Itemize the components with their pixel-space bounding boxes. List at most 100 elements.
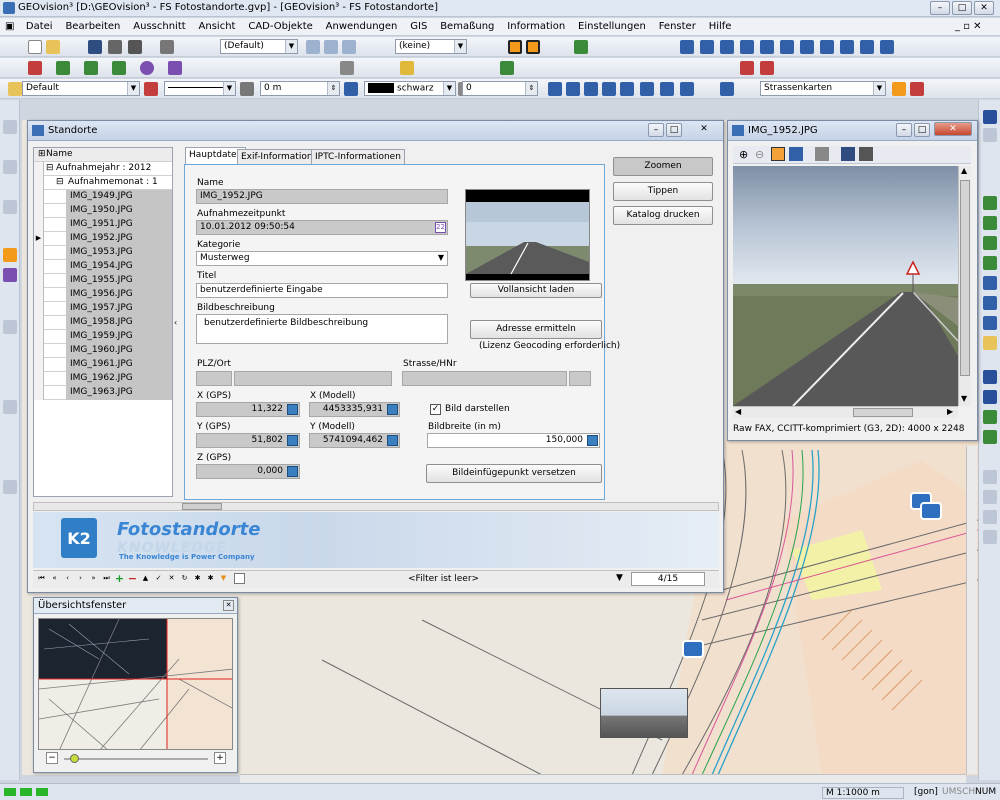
tool-b-icon[interactable] [700, 40, 714, 54]
filter-options-icon[interactable]: ✱ [205, 573, 216, 584]
scroll-up-icon[interactable]: ▲ [961, 166, 967, 175]
tree-file-row[interactable]: IMG_1957.JPG [34, 302, 172, 316]
zoom-in-icon[interactable]: + [214, 752, 226, 764]
open-icon[interactable] [46, 40, 60, 54]
zoom-out-icon[interactable]: ⊖ [755, 148, 764, 161]
filter-dropdown-icon[interactable]: ▼ [616, 573, 623, 583]
kategorie-select[interactable]: Musterweg ▼ [196, 251, 448, 266]
calculator-icon[interactable] [387, 404, 398, 415]
strasse-field[interactable] [402, 371, 567, 386]
object-tool-i-icon[interactable] [720, 82, 734, 96]
image-maximize-button[interactable]: □ [914, 123, 930, 137]
copy-icon[interactable] [128, 40, 142, 54]
map-a-icon[interactable] [892, 82, 906, 96]
zeit-field[interactable]: 10.01.2012 09:50:54 22 [196, 220, 448, 235]
move-tool-icon[interactable] [3, 160, 17, 174]
object-tool-b-icon[interactable] [566, 82, 580, 96]
tree-file-row[interactable]: IMG_1956.JPG [34, 288, 172, 302]
photo-preview[interactable] [465, 189, 590, 281]
snap2-icon[interactable] [983, 390, 997, 404]
text-icon[interactable] [340, 61, 354, 75]
edit2-icon[interactable] [983, 490, 997, 504]
hatch-icon[interactable] [400, 61, 414, 75]
measure-tool-icon[interactable] [3, 320, 17, 334]
highlight-icon[interactable] [508, 40, 522, 54]
line-icon[interactable] [56, 61, 70, 75]
map-b-icon[interactable] [910, 82, 924, 96]
slider-track[interactable] [64, 758, 208, 760]
overview-map[interactable] [38, 618, 233, 750]
current-row-icon[interactable]: ▶ [34, 232, 44, 246]
scroll-thumb[interactable] [182, 503, 222, 510]
menu-datei[interactable]: Datei [21, 18, 58, 32]
standorte-maximize-button[interactable]: □ [666, 123, 682, 137]
menu-ansicht[interactable]: Ansicht [194, 18, 241, 32]
last-record-icon[interactable]: ⏭ [101, 573, 112, 584]
snap3-icon[interactable] [983, 410, 997, 424]
tree-file-row[interactable]: IMG_1961.JPG [34, 358, 172, 372]
zgps-field[interactable]: 0,000 [196, 464, 300, 479]
text-tool-icon[interactable] [3, 480, 17, 494]
first-record-icon[interactable]: ⏮ [36, 573, 47, 584]
profile-combo[interactable]: Default ▼ [22, 81, 140, 96]
arrow-up-icon[interactable] [983, 128, 997, 142]
tree-file-row[interactable]: IMG_1960.JPG [34, 344, 172, 358]
pan-icon[interactable] [983, 336, 997, 350]
object-tool-c-icon[interactable] [584, 82, 598, 96]
map-combo[interactable]: Strassenkarten ▼ [760, 81, 886, 96]
zoom-out-icon[interactable]: − [46, 752, 58, 764]
profile-settings-icon[interactable] [144, 82, 158, 96]
tree-file-row[interactable]: IMG_1954.JPG [34, 260, 172, 274]
calculator-icon[interactable] [287, 435, 298, 446]
row-indicator[interactable] [34, 218, 44, 232]
object-tool-h-icon[interactable] [680, 82, 694, 96]
arc-icon[interactable] [168, 61, 182, 75]
row-indicator[interactable] [34, 386, 44, 400]
adresse-button[interactable]: Adresse ermitteln [470, 320, 602, 339]
filter-clear-icon[interactable]: ✱ [192, 573, 203, 584]
menu-ausschnitt[interactable]: Ausschnitt [128, 18, 190, 32]
highlight2-icon[interactable] [526, 40, 540, 54]
layer-tool-icon[interactable] [3, 268, 17, 282]
ymod-field[interactable]: 5741094,462 [309, 433, 400, 448]
tree-file-row[interactable]: IMG_1959.JPG [34, 330, 172, 344]
row-indicator[interactable] [34, 204, 44, 218]
tool-j-icon[interactable] [860, 40, 874, 54]
calculator-icon[interactable] [587, 435, 598, 446]
katalog-button[interactable]: Katalog drucken [613, 206, 713, 225]
tree-file-row[interactable]: IMG_1950.JPG [34, 204, 172, 218]
row-indicator[interactable] [34, 302, 44, 316]
calendar-icon[interactable]: 22 [435, 222, 446, 233]
layer-combo[interactable]: (keine) ▼ [395, 39, 467, 54]
tree-file-row[interactable]: ▶ IMG_1952.JPG [34, 232, 172, 246]
refresh-icon[interactable]: ↻ [179, 573, 190, 584]
next-page-icon[interactable]: » [88, 573, 99, 584]
pen-icon[interactable] [740, 61, 754, 75]
grid-icon[interactable] [574, 40, 588, 54]
camera-icon[interactable] [920, 502, 942, 520]
minimize-button[interactable]: – [930, 1, 950, 15]
save-icon[interactable] [88, 40, 102, 54]
snap4-icon[interactable] [983, 430, 997, 444]
object-tool-d-icon[interactable] [602, 82, 616, 96]
object-tool-e-icon[interactable] [620, 82, 634, 96]
photo-tool-icon[interactable] [3, 248, 17, 262]
linetype-settings-icon[interactable] [240, 82, 254, 96]
delete-record-icon[interactable]: − [127, 573, 138, 584]
cancel-record-icon[interactable]: ✕ [166, 573, 177, 584]
scroll-thumb[interactable] [960, 180, 970, 376]
zoom-next-icon[interactable] [983, 296, 997, 310]
tab-iptc[interactable]: IPTC-Informationen [311, 149, 405, 164]
edit-icon[interactable] [983, 470, 997, 484]
slider-thumb[interactable] [70, 754, 79, 763]
hausnummer-field[interactable] [569, 371, 591, 386]
arrow-down-icon[interactable] [983, 110, 997, 124]
draw-tool-icon[interactable] [3, 400, 17, 414]
linetype-combo[interactable]: ▼ [164, 81, 236, 96]
point-icon[interactable] [28, 61, 42, 75]
bild-darstellen-checkbox[interactable]: ✓ [430, 404, 441, 415]
tree-file-row[interactable]: IMG_1953.JPG [34, 246, 172, 260]
versetzen-button[interactable]: Bildeinfügepunkt versetzen [426, 464, 602, 483]
offset-field[interactable]: 0 m ⇕ [260, 81, 340, 96]
zoom-out-icon[interactable] [983, 236, 997, 250]
